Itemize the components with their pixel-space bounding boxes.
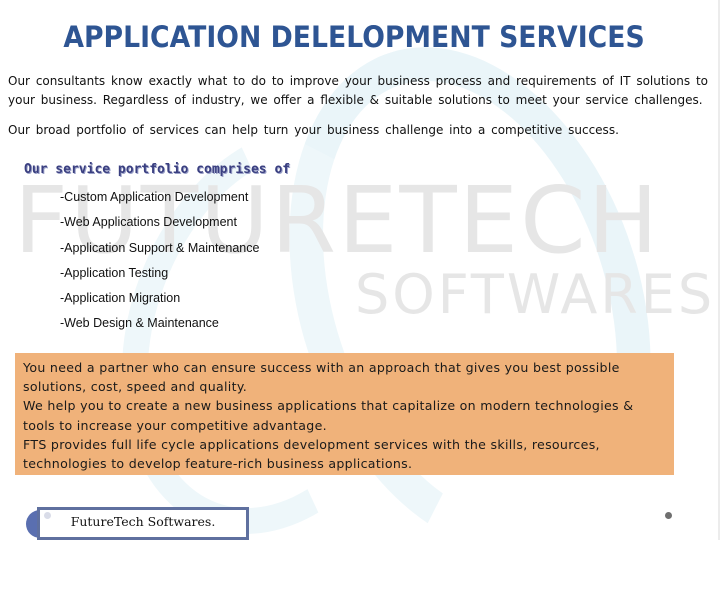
service-item: -Web Design & Maintenance	[60, 316, 219, 331]
slide-title: APPLICATION DELELOPMENT SERVICES	[63, 20, 645, 54]
callout-box: You need a partner who can ensure succes…	[15, 353, 674, 475]
corner-dot-icon	[665, 512, 672, 519]
service-item: -Application Migration	[60, 291, 181, 306]
service-item: -Application Testing	[60, 265, 169, 280]
callout-line: FTS provides full life cycle application…	[23, 436, 600, 472]
watermark-text-softwares: SOFTWARES	[355, 263, 716, 326]
portfolio-heading: Our service portfolio comprises of	[24, 162, 291, 177]
slide: FUTURETECH SOFTWARES APPLICATION DELELOP…	[0, 0, 720, 600]
footer-company-name: FutureTech Softwares.	[70, 514, 216, 529]
service-item: -Web Applications Development	[60, 215, 237, 230]
service-list: -Custom Application Development -Web App…	[60, 187, 259, 339]
callout-line: We help you to create a new business app…	[23, 398, 634, 433]
service-item: -Application Support & Maintenance	[60, 240, 260, 255]
portfolio-paragraph: Our broad portfolio of services can help…	[8, 123, 619, 137]
service-item: -Custom Application Development	[60, 190, 249, 204]
callout-line: You need a partner who can ensure succes…	[23, 360, 620, 395]
intro-paragraph: Our consultants know exactly what to do …	[8, 74, 708, 107]
